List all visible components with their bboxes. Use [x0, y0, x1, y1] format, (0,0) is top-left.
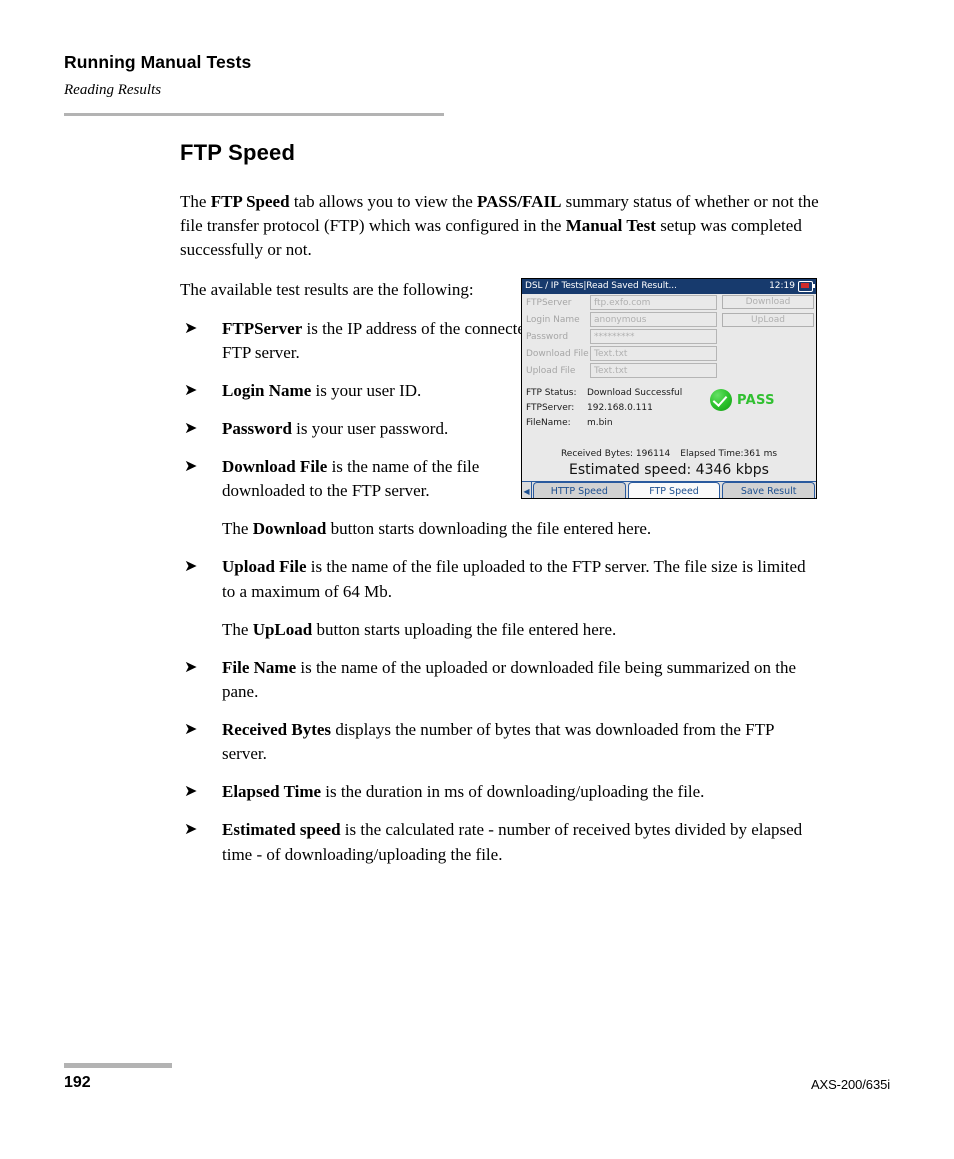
intro-part2: tab allows you to view the: [289, 192, 478, 211]
list-item-text: is your user password.: [291, 418, 449, 438]
clock-label: 12:19: [769, 281, 795, 291]
form-row-download-file: Download File Text.txt: [522, 345, 816, 362]
pass-label: PASS: [737, 392, 775, 408]
page-title: FTP Speed: [180, 140, 296, 165]
list-item-text: is the name of the file uploaded to the …: [222, 557, 806, 601]
upload-file-label: Upload File: [526, 365, 576, 376]
password-input[interactable]: *********: [590, 329, 717, 344]
received-bytes-value: Received Bytes: 196114: [560, 449, 671, 459]
list-item-term: File Name: [222, 657, 297, 677]
bullet-arrow-icon: ➤: [184, 379, 198, 399]
device-tabbar: ◀ HTTP Speed FTP Speed Save Result: [522, 481, 816, 498]
download-button[interactable]: Download: [722, 295, 814, 309]
list-item-term: FTPServer: [222, 318, 303, 338]
download-note-bold: Download: [252, 519, 327, 539]
list-item: ➤ Elapsed Time is the duration in ms of …: [180, 780, 820, 804]
battery-icon: [798, 281, 815, 292]
list-item-term: Estimated speed: [222, 820, 341, 840]
upload-file-input[interactable]: Text.txt: [590, 363, 717, 378]
list-item: ➤ Password is your user password.: [180, 417, 552, 441]
filename-label: FileName:: [526, 417, 571, 428]
bullet-arrow-icon: ➤: [184, 656, 198, 676]
bullet-arrow-icon: ➤: [184, 556, 198, 576]
device-title: DSL / IP Tests|Read Saved Result...: [525, 281, 677, 291]
footer-model-name: AXS-200/635i: [810, 1077, 890, 1092]
page-number: 192: [64, 1074, 91, 1091]
list-item: ➤ Login Name is your user ID.: [180, 379, 552, 403]
bullet-arrow-icon: ➤: [184, 781, 198, 801]
chapter-title: Running Manual Tests: [64, 52, 252, 72]
tab-http-speed[interactable]: HTTP Speed: [533, 482, 626, 498]
device-screen-body: FTPServer ftp.exfo.com Login Name anonym…: [522, 294, 816, 498]
available-results-intro: The available test results are the follo…: [180, 280, 474, 300]
status-badge: PASS: [710, 389, 775, 411]
list-item-text: is the duration in ms of downloading/upl…: [321, 782, 705, 802]
upload-button-note: The UpLoad button starts uploading the f…: [180, 618, 820, 642]
tab-ftp-speed[interactable]: FTP Speed: [627, 482, 721, 498]
download-file-input[interactable]: Text.txt: [590, 346, 717, 361]
bullet-arrow-icon: ➤: [184, 719, 198, 738]
bullet-arrow-icon: ➤: [184, 417, 198, 437]
download-file-label: Download File: [526, 348, 589, 359]
list-item-term: Received Bytes: [222, 720, 332, 739]
form-row-upload-file: Upload File Text.txt: [522, 362, 816, 379]
tab-scroll-left-icon[interactable]: ◀: [522, 482, 532, 498]
list-item-term: Download File: [222, 457, 328, 476]
device-titlebar: DSL / IP Tests|Read Saved Result... 12:1…: [522, 279, 816, 294]
list-item: ➤ Download File is the name of the file …: [180, 455, 552, 503]
ftp-settings-form: FTPServer ftp.exfo.com Login Name anonym…: [522, 294, 816, 379]
estimated-speed-value: Estimated speed: 4346 kbps: [569, 462, 769, 478]
tab-save-result[interactable]: Save Result: [722, 482, 816, 498]
list-item: ➤ Upload File is the name of the file up…: [180, 555, 820, 603]
list-item-term: Password: [222, 418, 292, 438]
list-item-term: Upload File: [222, 557, 307, 577]
upload-note-bold: UpLoad: [252, 619, 313, 639]
upload-note-part1: The: [222, 619, 253, 639]
list-item: ➤ Estimated speed is the calculated rate…: [180, 818, 820, 866]
ftpserver-input[interactable]: ftp.exfo.com: [590, 295, 717, 310]
login-name-label: Login Name: [526, 314, 580, 325]
login-name-input[interactable]: anonymous: [590, 312, 717, 327]
bullet-arrow-icon: ➤: [184, 819, 198, 839]
ftpserver-label: FTPServer: [526, 297, 572, 308]
upload-note-part2: button starts uploading the file entered…: [312, 619, 617, 639]
intro-bold3: Manual Test: [565, 216, 656, 236]
download-note-part1: The: [222, 519, 253, 539]
transfer-summary: Received Bytes: 196114 Elapsed Time:361 m…: [522, 449, 816, 459]
password-label: Password: [526, 331, 569, 342]
transfer-buttons: Download UpLoad: [722, 295, 814, 331]
intro-bold1: FTP Speed: [210, 192, 290, 211]
header-divider: [64, 113, 444, 116]
footer-divider: [64, 1063, 172, 1068]
list-item: ➤ Received Bytes displays the number of …: [180, 718, 820, 766]
ftpserver-result-label: FTPServer:: [526, 402, 575, 413]
list-item-text: is the name of the uploaded or downloade…: [222, 657, 797, 701]
ftp-status-value: Download Successful: [587, 387, 683, 398]
ftpserver-result-value: 192.168.0.111: [587, 402, 653, 413]
download-button-note: The Download button starts downloading t…: [180, 517, 820, 541]
elapsed-time-value: Elapsed Time:361 ms: [680, 449, 778, 459]
list-item-term: Elapsed Time: [222, 782, 322, 802]
list-item-term: Login Name: [222, 380, 312, 400]
download-note-part2: button starts downloading the file enter…: [326, 519, 652, 539]
device-status-area: 12:19: [769, 279, 815, 294]
status-row-filename: FileName: m.bin: [522, 415, 816, 430]
intro-part1: The: [180, 192, 211, 211]
intro-paragraph: The FTP Speed tab allows you to view the…: [180, 190, 820, 262]
main-content: FTP Speed The FTP Speed tab allows you t…: [180, 140, 820, 881]
bullet-arrow-icon: ➤: [184, 317, 198, 337]
page-header: Running Manual Tests Reading Results: [64, 52, 444, 99]
list-item: ➤ FTPServer is the IP address of the con…: [180, 317, 552, 365]
ftp-status-area: FTP Status: Download Successful FTPServe…: [522, 385, 816, 430]
device-screenshot: DSL / IP Tests|Read Saved Result... 12:1…: [521, 278, 817, 499]
list-item: ➤ File Name is the name of the uploaded …: [180, 656, 820, 704]
section-subtitle: Reading Results: [64, 82, 162, 98]
intro-bold2: PASS/FAIL: [477, 192, 562, 211]
check-circle-icon: [710, 389, 732, 411]
filename-value: m.bin: [587, 417, 613, 428]
bullet-arrow-icon: ➤: [184, 456, 198, 475]
upload-button[interactable]: UpLoad: [722, 313, 814, 327]
list-item-text: is your user ID.: [311, 380, 422, 400]
ftp-status-label: FTP Status:: [526, 387, 577, 398]
